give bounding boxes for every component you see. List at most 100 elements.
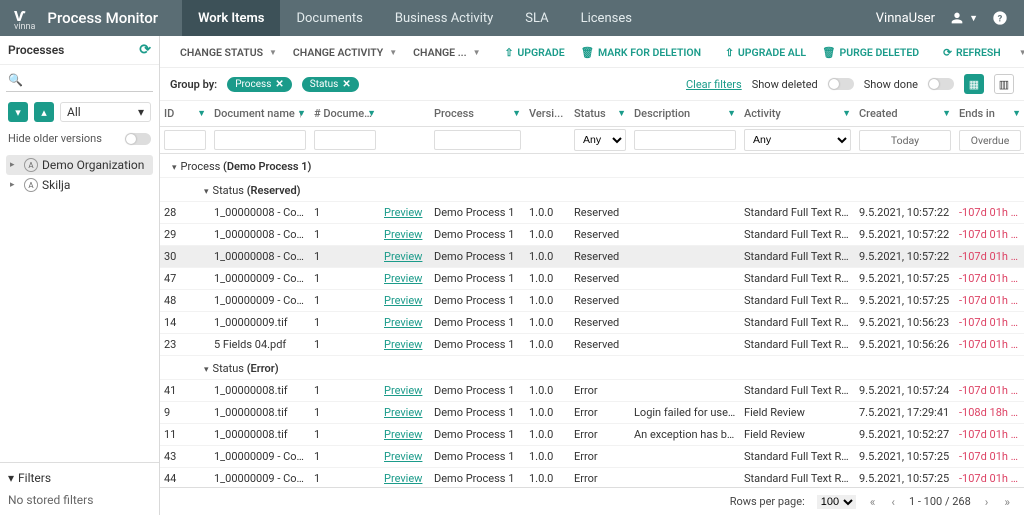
preview-link[interactable]: Preview	[384, 316, 422, 329]
table-row[interactable]: 14 1_00000009.tif 1 Preview Demo Process…	[160, 312, 1024, 334]
refresh-button[interactable]: ⟳REFRESH	[937, 42, 1007, 63]
help-icon[interactable]: ?	[992, 10, 1008, 26]
show-done-toggle[interactable]	[928, 78, 954, 90]
sidebar-all-select[interactable]: All▾	[60, 102, 151, 122]
table-row[interactable]: 48 1_00000009 - Cop... 1 Preview Demo Pr…	[160, 290, 1024, 312]
chip-process[interactable]: Process✕	[227, 77, 292, 92]
col-ndocs[interactable]: # Documents▼	[310, 101, 380, 127]
table-row[interactable]: 44 1_00000009 - Cop... 1 Preview Demo Pr…	[160, 468, 1024, 488]
user-icon[interactable]	[949, 10, 965, 26]
preview-link[interactable]: Preview	[384, 406, 422, 419]
preview-link[interactable]: Preview	[384, 384, 422, 397]
table-row[interactable]: 11 1_00000008.tif 1 Preview Demo Process…	[160, 424, 1024, 446]
filter-n-input[interactable]	[314, 130, 376, 150]
rows-per-page-select[interactable]: 100	[817, 495, 856, 509]
filter-icon[interactable]: ▼	[297, 108, 306, 119]
table-scroll[interactable]: ID▼ Document name ↑▼ # Documents▼ Proces…	[160, 101, 1024, 487]
hide-older-toggle[interactable]	[125, 133, 151, 145]
show-deleted-toggle[interactable]	[828, 78, 854, 90]
filter-icon[interactable]: ▼	[367, 108, 376, 119]
table-row[interactable]: 29 1_00000008 - Cop... 1 Preview Demo Pr…	[160, 224, 1024, 246]
change-activity-button[interactable]: CHANGE ACTIVITY▼	[287, 42, 403, 63]
filter-activity-select[interactable]: Any	[744, 129, 851, 151]
filter-overdue-button[interactable]: Overdue	[959, 130, 1021, 151]
chevron-down-icon: ▾	[8, 471, 14, 485]
header-row: ID▼ Document name ↑▼ # Documents▼ Proces…	[160, 101, 1024, 127]
filter-icon[interactable]: ▼	[617, 108, 626, 119]
preview-link[interactable]: Preview	[384, 228, 422, 241]
sidebar-refresh-icon[interactable]: ⟳	[139, 42, 151, 58]
filter-icon[interactable]: ▼	[942, 108, 951, 119]
upgrade-all-button[interactable]: ⇧UPGRADE ALL	[719, 42, 812, 63]
upgrade-button[interactable]: ⇧UPGRADE	[499, 42, 571, 63]
expand-all-icon[interactable]: ▾	[8, 102, 28, 122]
preview-link[interactable]: Preview	[384, 428, 422, 441]
next-page-icon[interactable]: ›	[983, 495, 991, 509]
table-row[interactable]: 23 5 Fields 04.pdf 1 Preview Demo Proces…	[160, 334, 1024, 356]
clear-filters-link[interactable]: Clear filters	[686, 78, 742, 91]
purge-button[interactable]: 🗑PURGE DELETED	[816, 42, 925, 63]
table-row[interactable]: 9 1_00000008.tif 1 Preview Demo Process …	[160, 402, 1024, 424]
table-row[interactable]: 43 1_00000009 - Cop... 1 Preview Demo Pr…	[160, 446, 1024, 468]
filter-today-button[interactable]: Today	[859, 130, 951, 151]
table-row[interactable]: 28 1_00000008 - Cop... 1 Preview Demo Pr…	[160, 202, 1024, 224]
caret-icon: ▸	[10, 180, 20, 190]
change-status-button[interactable]: CHANGE STATUS▼	[174, 42, 283, 63]
col-status[interactable]: Status▼	[570, 101, 630, 127]
tree-item-skilja[interactable]: ▸ A Skilja	[6, 175, 153, 195]
preview-link[interactable]: Preview	[384, 472, 422, 485]
filter-id-input[interactable]	[164, 130, 206, 150]
show-deleted-label: Show deleted	[752, 78, 818, 91]
user-menu-caret-icon[interactable]: ▼	[969, 13, 978, 24]
view-layout-icon[interactable]: ▦	[964, 74, 984, 94]
close-icon[interactable]: ✕	[275, 79, 283, 90]
col-ends[interactable]: Ends in▼	[955, 101, 1024, 127]
table-row[interactable]: 41 1_00000008.tif 1 Preview Demo Process…	[160, 380, 1024, 402]
col-description[interactable]: Description▼	[630, 101, 740, 127]
table-row[interactable]: 30 1_00000008 - Cop... 1 Preview Demo Pr…	[160, 246, 1024, 268]
preview-link[interactable]: Preview	[384, 206, 422, 219]
filter-icon[interactable]: ▼	[512, 108, 521, 119]
mark-delete-button[interactable]: 🗑MARK FOR DELETION	[575, 42, 707, 63]
preview-link[interactable]: Preview	[384, 450, 422, 463]
filter-icon[interactable]: ▼	[842, 108, 851, 119]
tree-item-demo-org[interactable]: ▸ A Demo Organization	[6, 155, 153, 175]
col-version[interactable]: Versi...	[525, 101, 570, 127]
nav-right: VinnaUser ▼ ?	[876, 10, 1024, 26]
table-row[interactable]: 47 1_00000009 - Cop... 1 Preview Demo Pr…	[160, 268, 1024, 290]
filter-icon[interactable]: ▼	[727, 108, 736, 119]
col-document[interactable]: Document name ↑▼	[210, 101, 310, 127]
preview-link[interactable]: Preview	[384, 338, 422, 351]
user-label: VinnaUser	[876, 11, 935, 26]
preview-link[interactable]: Preview	[384, 272, 422, 285]
refresh-menu-button[interactable]: ▼	[1011, 44, 1024, 61]
filter-process-input[interactable]	[434, 130, 521, 150]
filter-status-select[interactable]: Any	[574, 129, 626, 151]
filters-section-toggle[interactable]: ▾ Filters	[8, 471, 151, 485]
filter-icon[interactable]: ▼	[1012, 108, 1021, 119]
first-page-icon[interactable]: «	[868, 495, 878, 509]
close-icon[interactable]: ✕	[342, 79, 350, 90]
filter-doc-input[interactable]	[214, 130, 306, 150]
tab-business-activity[interactable]: Business Activity	[379, 0, 509, 36]
columns-icon[interactable]: ▥	[994, 74, 1014, 94]
preview-link[interactable]: Preview	[384, 250, 422, 263]
tab-work-items[interactable]: Work Items	[182, 0, 280, 36]
tab-licenses[interactable]: Licenses	[565, 0, 648, 36]
col-activity[interactable]: Activity▼	[740, 101, 855, 127]
last-page-icon[interactable]: »	[1002, 495, 1012, 509]
col-id[interactable]: ID▼	[160, 101, 210, 127]
tab-sla[interactable]: SLA	[509, 0, 564, 36]
tab-documents[interactable]: Documents	[280, 0, 378, 36]
preview-link[interactable]: Preview	[384, 294, 422, 307]
filter-desc-input[interactable]	[634, 130, 736, 150]
prev-page-icon[interactable]: ‹	[889, 495, 897, 509]
col-created[interactable]: Created▼	[855, 101, 955, 127]
sidebar-search-input[interactable]	[6, 69, 153, 92]
col-process[interactable]: Process▼	[430, 101, 525, 127]
caret-icon: ▼	[269, 48, 277, 57]
chip-status[interactable]: Status✕	[302, 77, 359, 92]
change-button[interactable]: CHANGE ...▼	[407, 42, 486, 63]
filter-icon[interactable]: ▼	[197, 108, 206, 119]
collapse-all-icon[interactable]: ▴	[34, 102, 54, 122]
